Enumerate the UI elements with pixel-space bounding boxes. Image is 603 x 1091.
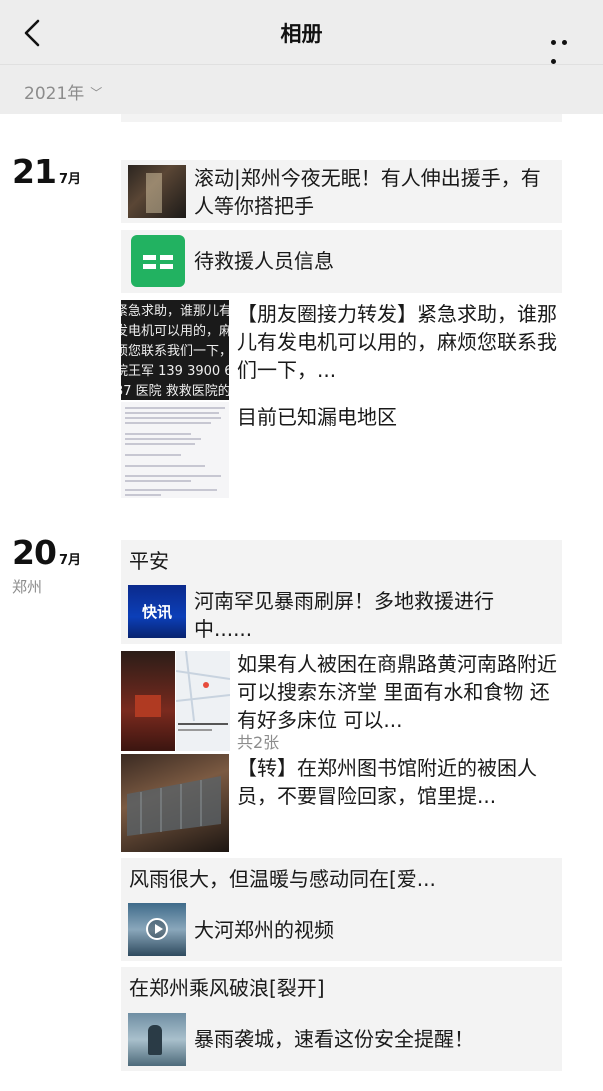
shared-article-card[interactable]: 平安 快讯 河南罕见暴雨刷屏！多地救援进行中...... xyxy=(121,540,562,644)
more-options-icon[interactable] xyxy=(551,30,581,64)
post-text: 目前已知漏电地区 xyxy=(237,405,397,429)
article-title: 滚动|郑州今夜无眠！有人伸出援手，有人等你搭把手 xyxy=(194,166,541,218)
screenshot-caption: 紧急求助，谁那儿有发电机可以用的，麻烦您联系我们一下，院王军 139 3900 … xyxy=(121,304,229,399)
page-title: 相册 xyxy=(280,22,323,46)
document-screenshot-thumbnail[interactable] xyxy=(121,402,229,498)
nav-bar: 相册 xyxy=(0,0,603,64)
video-title: 大河郑州的视频 xyxy=(194,918,334,942)
shared-doc-card[interactable]: 待救援人员信息 xyxy=(121,230,562,293)
year-label: 2021年 xyxy=(24,84,85,104)
shared-video-card[interactable]: 风雨很大，但温暖与感动同在[爱... 大河郑州的视频 xyxy=(121,858,562,961)
text-lines-graphic xyxy=(125,407,225,496)
article-title: 暴雨袭城，速看这份安全提醒！ xyxy=(194,1027,474,1051)
shared-article-card[interactable]: 在郑州乘风破浪[裂开] 暴雨袭城，速看这份安全提醒！ xyxy=(121,967,562,1071)
kuaixun-thumbnail: 快讯 xyxy=(128,585,186,638)
date-header-20: 20 7月 郑州 xyxy=(12,533,81,597)
date-month: 7月 xyxy=(58,553,81,568)
post-title: 平安 xyxy=(129,549,169,573)
year-filter-bar: 2021年 ﹀ xyxy=(0,64,603,114)
night-photo-thumbnail[interactable] xyxy=(121,651,175,751)
previous-entry-card[interactable] xyxy=(121,114,562,122)
library-photo-thumbnail[interactable] xyxy=(121,754,229,852)
date-header-21: 21 7月 xyxy=(12,152,81,191)
spreadsheet-icon xyxy=(131,235,185,287)
map-screenshot-thumbnail[interactable] xyxy=(176,651,230,751)
post-title: 风雨很大，但温暖与感动同在[爱... xyxy=(129,867,436,891)
location-label: 郑州 xyxy=(12,578,43,596)
post-text: 【朋友圈接力转发】紧急求助，谁那儿有发电机可以用的，麻烦您联系我们一下，... xyxy=(237,302,557,382)
date-month: 7月 xyxy=(58,172,81,187)
map-graphic xyxy=(176,651,230,731)
building-graphic xyxy=(127,776,221,836)
year-selector[interactable]: 2021年 ﹀ xyxy=(24,79,102,104)
article-title: 河南罕见暴雨刷屏！多地救援进行中...... xyxy=(194,589,494,641)
kuaixun-badge: 快讯 xyxy=(141,603,172,621)
photo-count: 共2张 xyxy=(237,733,280,752)
post-text: 如果有人被困在商鼎路黄河南路附近 可以搜索东济堂 里面有水和食物 还有好多床位 … xyxy=(237,652,557,732)
play-icon xyxy=(146,918,168,940)
article-thumbnail xyxy=(128,1013,186,1066)
shared-article-card[interactable]: 滚动|郑州今夜无眠！有人伸出援手，有人等你搭把手 xyxy=(121,160,562,223)
date-day: 20 xyxy=(12,533,57,572)
video-thumbnail xyxy=(128,903,186,956)
post-title: 在郑州乘风破浪[裂开] xyxy=(129,976,325,1000)
text-screenshot-thumbnail[interactable]: 紧急求助，谁那儿有发电机可以用的，麻烦您联系我们一下，院王军 139 3900 … xyxy=(121,300,229,400)
chevron-down-icon: ﹀ xyxy=(90,86,103,100)
date-day: 21 xyxy=(12,152,57,191)
article-thumbnail xyxy=(128,165,186,218)
doc-title: 待救援人员信息 xyxy=(194,249,334,273)
post-text: 【转】在郑州图书馆附近的被困人员，不要冒险回家，馆里提... xyxy=(237,756,537,808)
